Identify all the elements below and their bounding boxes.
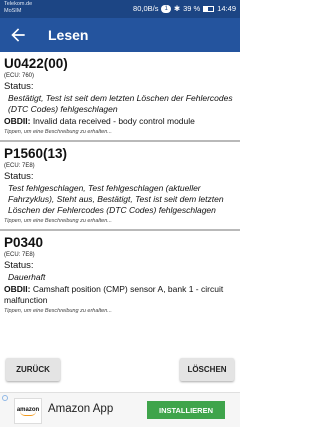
tap-hint: Tippen, um eine Beschreibung zu erhalten… xyxy=(4,218,112,224)
back-button[interactable]: ZURÜCK xyxy=(6,358,60,381)
obd-label: OBDII: xyxy=(4,116,31,126)
status-label: Status: xyxy=(4,260,34,271)
tap-hint: Tippen, um eine Beschreibung zu erhalten… xyxy=(4,308,112,314)
back-arrow-icon[interactable] xyxy=(8,25,28,45)
ad-title: Amazon App xyxy=(48,403,114,415)
page-title: Lesen xyxy=(48,27,89,43)
clock: 14:49 xyxy=(217,4,236,13)
amazon-logo: amazon xyxy=(14,398,42,424)
status-icons: 80,0B/s 1 ✱ 39 % 14:49 xyxy=(133,4,236,13)
dtc-code: U0422(00) xyxy=(4,56,68,71)
network-speed: 80,0B/s xyxy=(133,4,159,13)
dtc-entry[interactable]: U0422(00) (ECU: 760) Status: Bestätigt, … xyxy=(0,52,240,142)
dtc-list: U0422(00) (ECU: 760) Status: Bestätigt, … xyxy=(0,52,240,352)
battery-icon xyxy=(203,5,215,12)
carrier-name: Telekom.de xyxy=(4,1,33,7)
bluetooth-icon: ✱ xyxy=(173,4,181,13)
status-bar: Telekom.de MoSIM 80,0B/s 1 ✱ 39 % 14:49 xyxy=(0,0,240,18)
carrier-sub: MoSIM xyxy=(4,8,22,14)
app-bar: Lesen xyxy=(0,18,240,52)
ecu-id: (ECU: 760) xyxy=(4,73,35,79)
carrier-info: Telekom.de MoSIM xyxy=(4,1,32,15)
status-label: Status: xyxy=(4,81,34,92)
obd-description: OBDII: Camshaft position (CMP) sensor A,… xyxy=(4,284,236,306)
dtc-entry[interactable]: P1560(13) (ECU: 7E8) Status: Test fehlge… xyxy=(0,142,240,231)
obd-description: OBDII: Invalid data received - body cont… xyxy=(4,116,236,127)
ecu-id: (ECU: 7E8) xyxy=(4,163,35,169)
status-text: Dauerhaft xyxy=(8,272,46,282)
delete-button[interactable]: LÖSCHEN xyxy=(180,358,234,381)
obd-text: Camshaft position (CMP) sensor A, bank 1… xyxy=(4,284,224,305)
dtc-code: P1560(13) xyxy=(4,146,68,161)
ad-info-icon[interactable] xyxy=(2,395,8,401)
install-button[interactable]: INSTALLIEREN xyxy=(147,401,225,419)
battery-percent: 39 % xyxy=(183,4,201,13)
tap-hint: Tippen, um eine Beschreibung zu erhalten… xyxy=(4,129,112,135)
obd-text: Invalid data received - body control mod… xyxy=(30,116,195,126)
dtc-entry[interactable]: P0340 (ECU: 7E8) Status: Dauerhaft OBDII… xyxy=(0,231,240,319)
status-text: Test fehlgeschlagen, Test fehlgeschlagen… xyxy=(8,183,224,215)
amazon-smile-icon xyxy=(20,411,36,416)
status-text: Bestätigt, Test ist seit dem letzten Lös… xyxy=(8,93,233,114)
dtc-code: P0340 xyxy=(4,235,44,250)
ecu-id: (ECU: 7E8) xyxy=(4,252,35,258)
notification-badge: 1 xyxy=(161,4,171,13)
ad-banner[interactable]: amazon Amazon App INSTALLIEREN xyxy=(0,392,240,427)
status-label: Status: xyxy=(4,171,34,182)
obd-label: OBDII: xyxy=(4,284,31,294)
